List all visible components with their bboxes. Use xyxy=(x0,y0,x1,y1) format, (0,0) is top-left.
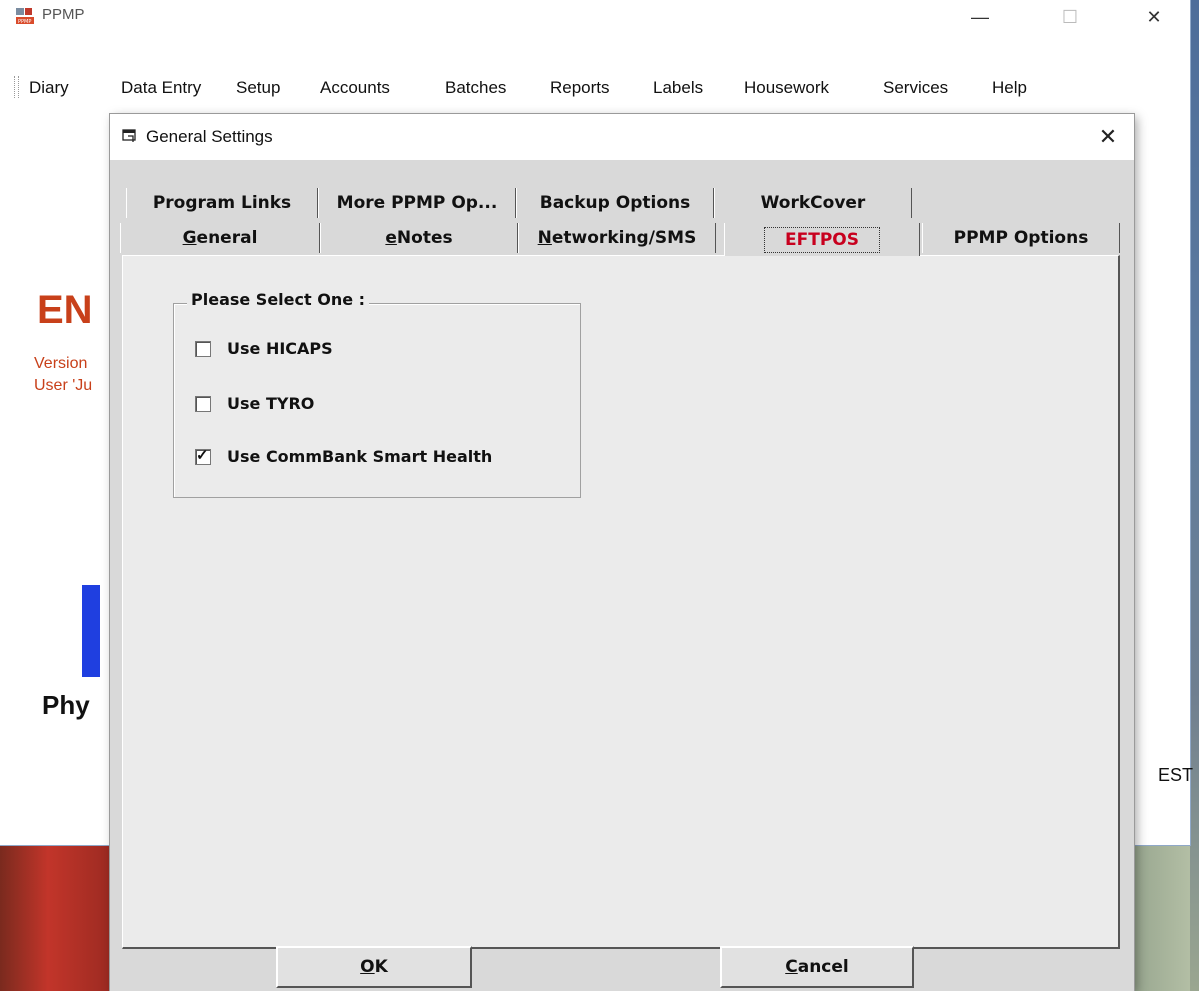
tab-backup-options[interactable]: Backup Options xyxy=(516,188,714,218)
tab-workcover[interactable]: WorkCover xyxy=(714,188,912,218)
menu-setup[interactable]: Setup xyxy=(236,78,280,98)
menu-services[interactable]: Services xyxy=(883,78,948,98)
dialog-close-button[interactable]: ✕ xyxy=(1090,122,1126,152)
checkmark-icon: ✓ xyxy=(196,446,209,464)
background-logo-bar xyxy=(82,585,100,677)
menu-help[interactable]: Help xyxy=(992,78,1027,98)
settings-window-icon xyxy=(122,129,136,142)
tab-ppmp-options[interactable]: PPMP Options xyxy=(922,223,1120,253)
app-title: PPMP xyxy=(42,6,85,23)
commbank-label: Use CommBank Smart Health xyxy=(227,447,493,466)
menubar-grip xyxy=(14,76,19,98)
general-settings-dialog: General Settings ✕ Program Links More PP… xyxy=(110,114,1134,991)
main-titlebar: PPMP PPMP — ☐ ✕ xyxy=(0,0,1190,32)
tab-general[interactable]: General xyxy=(120,223,320,253)
background-est-text: EST xyxy=(1158,765,1194,785)
group-title: Please Select One : xyxy=(187,290,370,309)
tab-program-links[interactable]: Program Links xyxy=(126,188,318,218)
menu-housework[interactable]: Housework xyxy=(744,78,829,98)
menu-diary[interactable]: Diary xyxy=(29,78,69,98)
maximize-button[interactable]: ☐ xyxy=(1048,4,1092,30)
ok-button[interactable]: OK xyxy=(276,946,472,988)
menu-data-entry[interactable]: Data Entry xyxy=(121,78,201,98)
minimize-button[interactable]: — xyxy=(958,4,1002,30)
background-version-text: Version xyxy=(34,355,88,372)
menu-labels[interactable]: Labels xyxy=(653,78,703,98)
option-use-tyro[interactable]: Use TYRO xyxy=(195,394,314,413)
tab-more-ppmp-options[interactable]: More PPMP Op... xyxy=(318,188,516,218)
tab-enotes[interactable]: eNotes xyxy=(320,223,518,253)
desktop-background-right xyxy=(1190,0,1199,991)
cancel-button[interactable]: Cancel xyxy=(720,946,914,988)
menu-reports[interactable]: Reports xyxy=(550,78,610,98)
hicaps-label: Use HICAPS xyxy=(227,339,333,358)
ppmp-app-icon: PPMP xyxy=(16,8,34,25)
menu-accounts[interactable]: Accounts xyxy=(320,78,390,98)
close-button[interactable]: ✕ xyxy=(1132,4,1176,30)
svg-text:PPMP: PPMP xyxy=(18,19,31,25)
hicaps-checkbox[interactable] xyxy=(195,340,211,357)
dialog-titlebar: General Settings ✕ xyxy=(110,114,1134,160)
commbank-checkbox[interactable]: ✓ xyxy=(195,446,211,465)
tyro-checkbox[interactable] xyxy=(195,395,211,412)
tyro-label: Use TYRO xyxy=(227,394,315,413)
dialog-title: General Settings xyxy=(146,127,273,146)
menu-batches[interactable]: Batches xyxy=(445,78,506,98)
eftpos-tab-panel: Please Select One : Use HICAPS Use TYRO … xyxy=(122,255,1120,949)
background-heading: EN xyxy=(37,288,93,332)
option-use-commbank-smart-health[interactable]: ✓ Use CommBank Smart Health xyxy=(195,447,492,466)
background-subtitle: Phy xyxy=(42,690,90,720)
tab-eftpos[interactable]: EFTPOS xyxy=(724,223,920,256)
background-user-text: User 'Ju xyxy=(34,377,93,394)
tab-networking-sms[interactable]: Networking/SMS xyxy=(518,223,716,253)
option-use-hicaps[interactable]: Use HICAPS xyxy=(195,339,333,358)
